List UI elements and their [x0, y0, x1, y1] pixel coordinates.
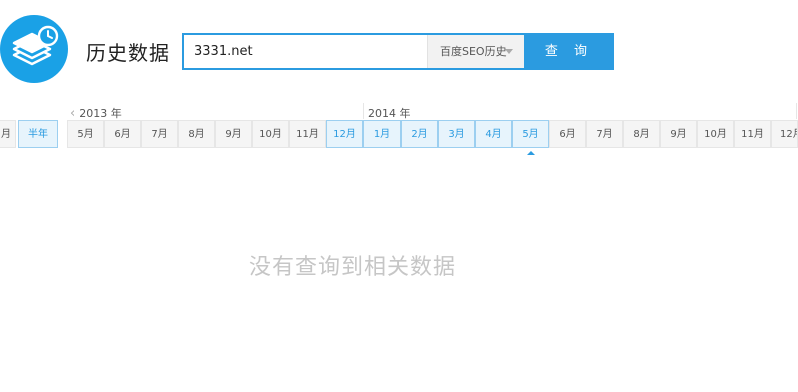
- month-2014-2[interactable]: 2月: [401, 120, 438, 148]
- year-2013-text: 2013 年: [79, 107, 122, 120]
- year-label-2013[interactable]: ‹ 2013 年: [70, 105, 122, 121]
- month-2014-7[interactable]: 7月: [586, 120, 623, 148]
- month-2013-6[interactable]: 6月: [104, 120, 141, 148]
- month-2014-1[interactable]: 1月: [363, 120, 401, 148]
- month-2013-12[interactable]: 12月: [326, 120, 363, 148]
- month-2014-12[interactable]: 12月: [771, 120, 798, 148]
- month-2013-11[interactable]: 11月: [289, 120, 326, 148]
- month-2013-10[interactable]: 10月: [252, 120, 289, 148]
- month-2014-10[interactable]: 10月: [697, 120, 734, 148]
- logo: [0, 15, 68, 83]
- month-2013-8[interactable]: 8月: [178, 120, 215, 148]
- month-2013-7[interactable]: 7月: [141, 120, 178, 148]
- month-2014-8[interactable]: 8月: [623, 120, 660, 148]
- history-type-label: 百度SEO历史: [440, 45, 507, 58]
- month-cell[interactable]: 月: [0, 120, 16, 148]
- search-bar: 百度SEO历史 查 询: [182, 33, 614, 70]
- stack-clock-icon: [12, 25, 59, 66]
- search-input[interactable]: [184, 35, 426, 68]
- month-2014-3[interactable]: 3月: [438, 120, 475, 148]
- year-divider: [363, 103, 364, 119]
- month-2013-9[interactable]: 9月: [215, 120, 252, 148]
- month-2014-11[interactable]: 11月: [734, 120, 771, 148]
- empty-state-message: 没有查询到相关数据: [249, 255, 457, 280]
- chevron-down-icon: [505, 49, 513, 54]
- selected-month-indicator: [527, 151, 535, 155]
- year-divider: [796, 103, 797, 119]
- query-button[interactable]: 查 询: [524, 33, 614, 70]
- year-label-2014: 2014 年: [368, 107, 411, 120]
- month-2014-9[interactable]: 9月: [660, 120, 697, 148]
- month-2014-5[interactable]: 5月: [512, 120, 549, 148]
- month-2013-5[interactable]: 5月: [67, 120, 104, 148]
- page-title: 历史数据: [86, 41, 170, 65]
- chevron-left-icon[interactable]: ‹: [70, 106, 75, 121]
- month-timeline: 月 半年 5月 6月 7月 8月 9月 10月 11月 12月 1月 2月 3月…: [0, 120, 798, 149]
- month-2014-4[interactable]: 4月: [475, 120, 512, 148]
- half-year-toggle[interactable]: 半年: [18, 120, 58, 148]
- month-2014-6[interactable]: 6月: [549, 120, 586, 148]
- history-type-select[interactable]: 百度SEO历史: [427, 35, 524, 68]
